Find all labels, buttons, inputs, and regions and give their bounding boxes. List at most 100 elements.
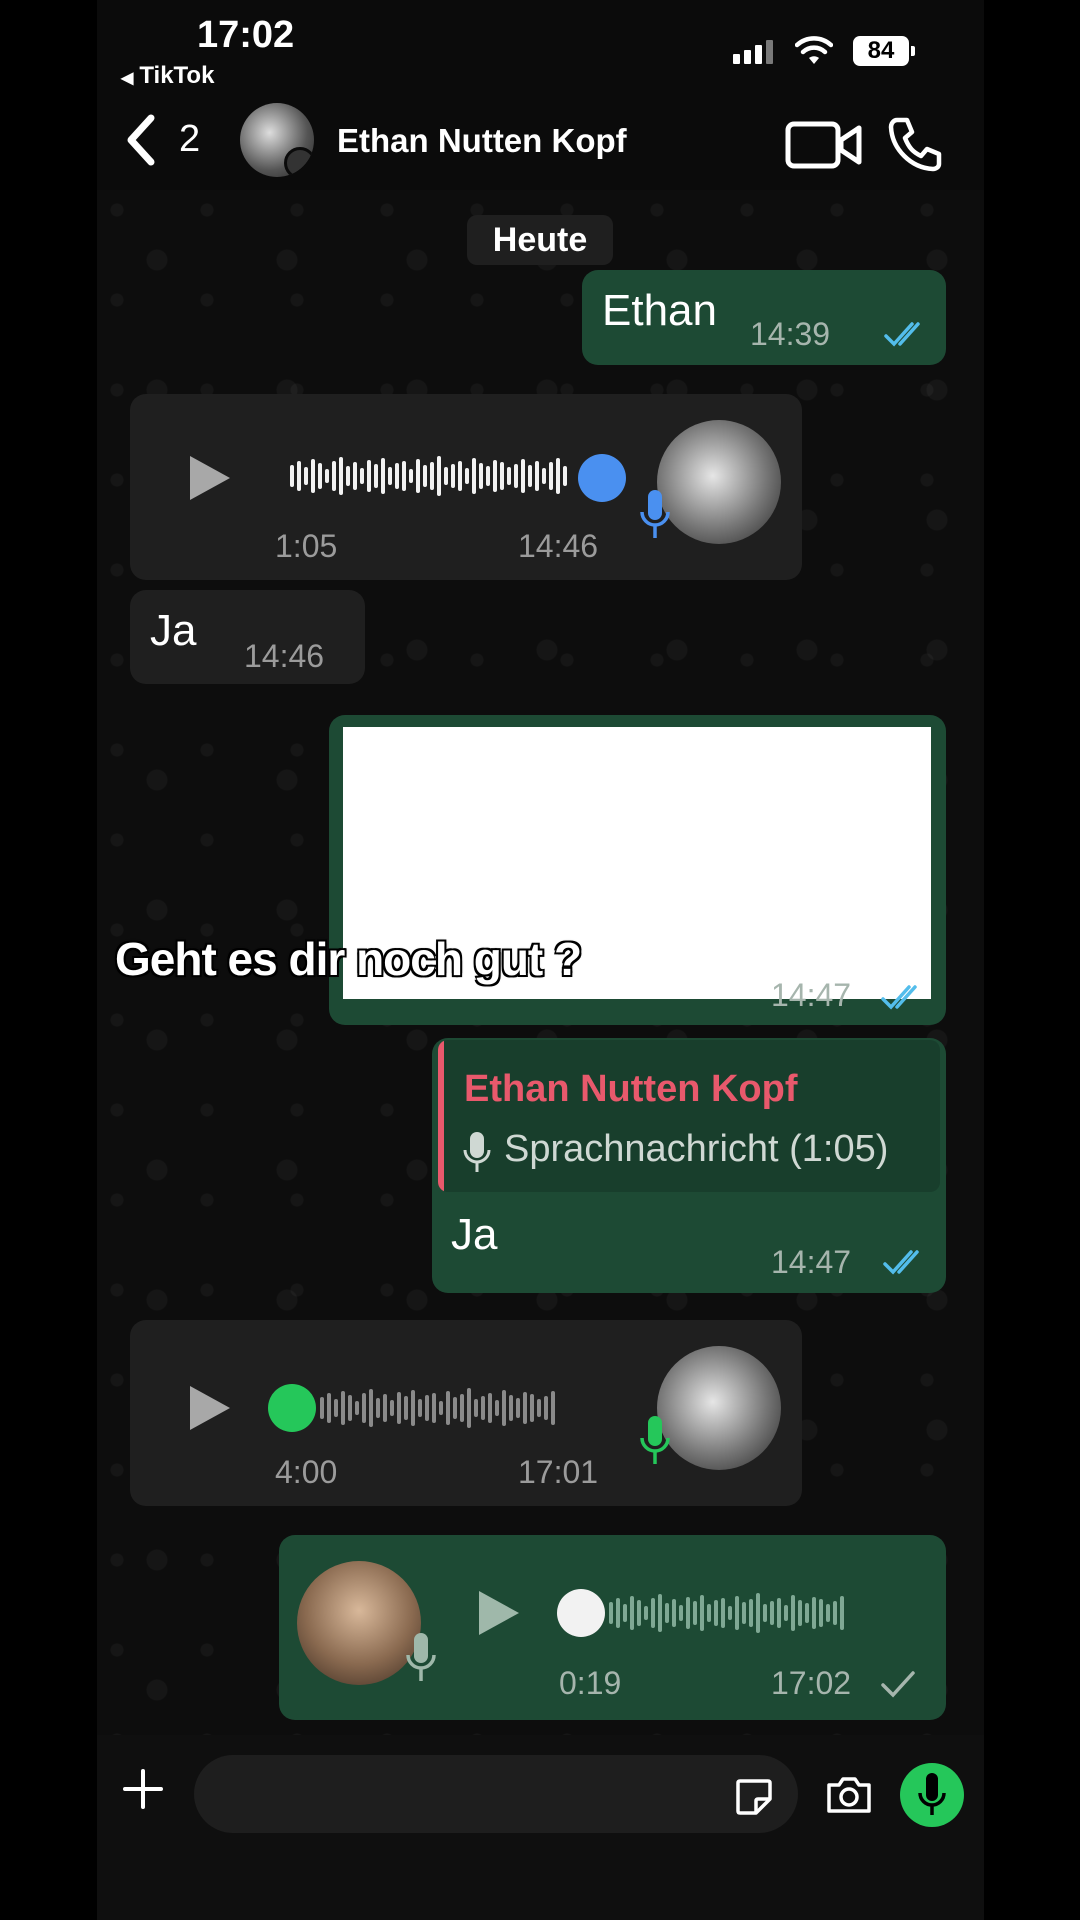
waveform-bar: [756, 1593, 760, 1633]
waveform-bar: [474, 1399, 478, 1417]
message-bubble-incoming[interactable]: Ja 14:46: [130, 590, 365, 684]
waveform-bar: [423, 465, 427, 487]
status-time: 17:02: [197, 14, 295, 56]
waveform-bar: [542, 468, 546, 484]
waveform-bar: [514, 464, 518, 488]
disappearing-timer-icon: [284, 147, 314, 177]
waveform-bar: [353, 462, 357, 490]
waveform-bar: [528, 465, 532, 487]
message-time: 14:46: [518, 528, 599, 564]
contact-avatar[interactable]: [240, 103, 314, 177]
played-mic-icon: [640, 490, 670, 538]
message-time: 14:46: [244, 638, 325, 674]
mic-small-icon: [463, 1132, 491, 1172]
waveform-bar: [381, 458, 385, 494]
read-ticks-icon: [884, 322, 920, 347]
play-icon[interactable]: [479, 1591, 519, 1635]
voice-message-outgoing[interactable]: 0:19 17:02: [279, 1535, 946, 1720]
playback-position-dot[interactable]: [268, 1384, 316, 1432]
waveform-bar: [507, 467, 511, 485]
message-text: Ja: [451, 1210, 498, 1259]
waveform-bar: [374, 464, 378, 488]
waveform-bar: [537, 1399, 541, 1417]
waveform-bar: [521, 459, 525, 493]
waveform-bar: [658, 1594, 662, 1632]
waveform-bar: [334, 1399, 338, 1417]
waveform-bar: [437, 456, 441, 496]
waveform-bar: [425, 1395, 429, 1421]
waveform-bar: [665, 1603, 669, 1623]
message-time: 17:02: [771, 1665, 852, 1701]
back-chevron-icon[interactable]: [121, 110, 161, 170]
quote-bar: [438, 1040, 444, 1192]
message-text: Ja: [150, 606, 197, 655]
voice-message-incoming[interactable]: 4:00 17:01: [130, 1320, 802, 1506]
waveform-bar: [304, 467, 308, 485]
waveform-bar: [840, 1596, 844, 1630]
waveform-bar: [402, 461, 406, 491]
waveform[interactable]: [320, 1388, 610, 1428]
waveform-bar: [339, 457, 343, 495]
message-time: 14:47: [771, 977, 852, 1013]
waveform-bar: [549, 462, 553, 490]
record-voice-button[interactable]: [900, 1763, 964, 1827]
waveform-bar: [432, 1393, 436, 1423]
quoted-text: Sprachnachricht (1:05): [504, 1128, 889, 1170]
waveform-bar: [777, 1598, 781, 1628]
waveform-bar: [341, 1391, 345, 1425]
waveform-bar: [791, 1595, 795, 1631]
waveform-bar: [833, 1601, 837, 1625]
waveform-bar: [609, 1602, 613, 1624]
message-time: 17:01: [518, 1454, 599, 1490]
waveform[interactable]: [290, 456, 580, 496]
waveform-bar: [290, 465, 294, 487]
waveform-bar: [826, 1604, 830, 1622]
voice-call-icon[interactable]: [887, 116, 943, 172]
waveform-bar: [465, 468, 469, 484]
waveform-bar: [481, 1396, 485, 1420]
voice-message-incoming[interactable]: 1:05 14:46: [130, 394, 802, 580]
waveform-bar: [749, 1599, 753, 1627]
waveform-bar: [467, 1388, 471, 1428]
sent-tick-icon: [881, 1671, 915, 1698]
waveform-bar: [362, 1393, 366, 1423]
message-input[interactable]: [194, 1755, 798, 1833]
play-icon[interactable]: [190, 1386, 230, 1430]
message-text: Ethan: [602, 286, 717, 335]
waveform-bar: [493, 460, 497, 492]
waveform-bar: [444, 467, 448, 485]
waveform-bar: [721, 1598, 725, 1628]
waveform-bar: [556, 458, 560, 494]
waveform-bar: [616, 1598, 620, 1628]
waveform-bar: [367, 460, 371, 492]
waveform-bar: [486, 466, 490, 486]
chat-header: 2 Ethan Nutten Kopf: [97, 90, 984, 190]
contact-name[interactable]: Ethan Nutten Kopf: [337, 122, 627, 160]
camera-icon[interactable]: [825, 1775, 873, 1815]
sticker-icon[interactable]: [734, 1777, 774, 1817]
waveform-bar: [651, 1598, 655, 1628]
waveform-bar: [637, 1600, 641, 1626]
waveform-bar: [332, 461, 336, 491]
playback-position-dot[interactable]: [557, 1589, 605, 1637]
quoted-message[interactable]: Ethan Nutten Kopf Sprachnachricht (1:05): [438, 1040, 940, 1192]
video-call-icon[interactable]: [785, 120, 863, 170]
video-caption-overlay: Geht es dir noch gut ?: [115, 933, 582, 985]
waveform-bar: [460, 1394, 464, 1422]
waveform-bar: [318, 463, 322, 489]
message-bubble-outgoing[interactable]: Ethan 14:39: [582, 270, 946, 365]
unread-count[interactable]: 2: [179, 118, 200, 161]
waveform-bar: [544, 1396, 548, 1420]
waveform[interactable]: [609, 1593, 899, 1633]
waveform-bar: [369, 1389, 373, 1427]
plus-icon[interactable]: [123, 1769, 163, 1809]
play-icon[interactable]: [190, 456, 230, 500]
waveform-bar: [416, 459, 420, 493]
back-to-app-link[interactable]: ◀ TikTok: [121, 62, 214, 90]
waveform-bar: [472, 458, 476, 494]
waveform-bar: [798, 1600, 802, 1626]
playback-position-dot[interactable]: [578, 454, 626, 502]
waveform-bar: [453, 1397, 457, 1419]
waveform-bar: [742, 1602, 746, 1624]
wifi-icon: [795, 36, 833, 64]
